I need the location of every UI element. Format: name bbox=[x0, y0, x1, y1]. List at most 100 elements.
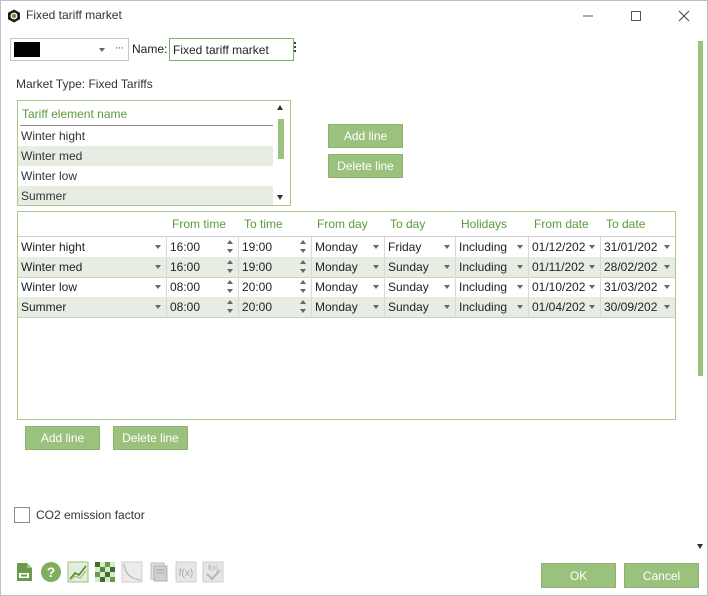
from-date-cell[interactable]: 01/10/202 bbox=[529, 277, 601, 297]
from-time-cell[interactable]: 08:00 bbox=[167, 297, 239, 317]
chevron-down-icon bbox=[155, 285, 161, 289]
maximize-button[interactable] bbox=[621, 6, 651, 26]
column-header[interactable]: To day bbox=[390, 217, 425, 231]
list-item[interactable]: Winter low bbox=[18, 166, 273, 186]
export-icon[interactable] bbox=[13, 561, 35, 583]
element-cell[interactable]: Winter low bbox=[18, 277, 167, 297]
chevron-down-icon bbox=[373, 285, 379, 289]
grid-pattern-icon[interactable] bbox=[94, 561, 116, 583]
holidays-cell[interactable]: Including bbox=[456, 297, 529, 317]
dialog-window: Fixed tariff market ··· Name: Market Typ… bbox=[0, 0, 708, 596]
spinner-icon[interactable] bbox=[300, 259, 306, 275]
dialog-scrollbar[interactable] bbox=[695, 31, 707, 555]
column-header[interactable]: From date bbox=[534, 217, 589, 231]
to-date-cell[interactable]: 28/02/202 bbox=[601, 257, 675, 277]
tariff-schedule-grid: From time To time From day To day Holida… bbox=[17, 211, 676, 420]
more-options-icon[interactable]: ··· bbox=[115, 42, 124, 54]
scroll-up-icon[interactable] bbox=[277, 105, 283, 110]
to-day-cell[interactable]: Sunday bbox=[385, 257, 456, 277]
schedule-delete-line-button[interactable]: Delete line bbox=[113, 426, 188, 450]
svg-text:f(x): f(x) bbox=[179, 568, 193, 579]
element-cell[interactable]: Winter med bbox=[18, 257, 167, 277]
tariff-add-line-button[interactable]: Add line bbox=[328, 124, 403, 148]
chart-icon[interactable] bbox=[67, 561, 89, 583]
row-divider bbox=[18, 317, 675, 318]
from-date-cell[interactable]: 01/12/202 bbox=[529, 237, 601, 257]
name-input[interactable] bbox=[169, 38, 294, 61]
tariff-delete-line-button[interactable]: Delete line bbox=[328, 154, 403, 178]
from-day-cell[interactable]: Monday bbox=[312, 277, 385, 297]
list-item[interactable]: Winter med bbox=[18, 146, 273, 166]
list-item[interactable]: Winter hight bbox=[18, 126, 273, 146]
from-time-cell[interactable]: 16:00 bbox=[167, 257, 239, 277]
column-header[interactable]: From day bbox=[317, 217, 368, 231]
spinner-icon[interactable] bbox=[227, 279, 233, 295]
to-date-cell[interactable]: 31/03/202 bbox=[601, 277, 675, 297]
minimize-button[interactable] bbox=[573, 6, 603, 26]
close-button[interactable] bbox=[669, 6, 699, 26]
document-icon[interactable] bbox=[148, 561, 170, 583]
spinner-icon[interactable] bbox=[300, 239, 306, 255]
curve-icon[interactable] bbox=[121, 561, 143, 583]
element-cell[interactable]: Winter hight bbox=[18, 237, 167, 257]
table-row[interactable]: Winter hight 16:00 19:00 Monday Friday I… bbox=[18, 237, 675, 257]
to-day-cell[interactable]: Sunday bbox=[385, 277, 456, 297]
column-header[interactable]: From time bbox=[172, 217, 226, 231]
scroll-thumb[interactable] bbox=[278, 119, 284, 159]
list-scrollbar[interactable] bbox=[274, 101, 290, 205]
holidays-cell[interactable]: Including bbox=[456, 277, 529, 297]
chevron-down-icon bbox=[155, 245, 161, 249]
app-logo-icon bbox=[8, 9, 20, 23]
spinner-icon[interactable] bbox=[227, 259, 233, 275]
ok-button[interactable]: OK bbox=[541, 563, 616, 588]
to-day-cell[interactable]: Sunday bbox=[385, 297, 456, 317]
holidays-cell[interactable]: Including bbox=[456, 237, 529, 257]
spinner-icon[interactable] bbox=[300, 279, 306, 295]
to-day-cell[interactable]: Friday bbox=[385, 237, 456, 257]
holidays-cell[interactable]: Including bbox=[456, 257, 529, 277]
function-icon[interactable]: f(x) bbox=[175, 561, 197, 583]
list-item[interactable]: Summer bbox=[18, 186, 273, 205]
to-date-cell[interactable]: 31/01/202 bbox=[601, 237, 675, 257]
chevron-down-icon bbox=[664, 265, 670, 269]
to-date-cell[interactable]: 30/09/202 bbox=[601, 297, 675, 317]
name-menu-icon[interactable] bbox=[294, 42, 297, 54]
from-day-cell[interactable]: Monday bbox=[312, 237, 385, 257]
to-time-cell[interactable]: 20:00 bbox=[239, 277, 312, 297]
table-row[interactable]: Winter med 16:00 19:00 Monday Sunday Inc… bbox=[18, 257, 675, 277]
element-cell[interactable]: Summer bbox=[18, 297, 167, 317]
column-header[interactable]: To date bbox=[606, 217, 645, 231]
scroll-down-icon[interactable] bbox=[697, 544, 703, 549]
spinner-icon[interactable] bbox=[227, 239, 233, 255]
table-row[interactable]: Winter low 08:00 20:00 Monday Sunday Inc… bbox=[18, 277, 675, 297]
scroll-thumb[interactable] bbox=[698, 41, 703, 376]
close-icon bbox=[678, 10, 690, 22]
market-type-label: Market Type: Fixed Tariffs bbox=[16, 77, 153, 91]
table-row[interactable]: Summer 08:00 20:00 Monday Sunday Includi… bbox=[18, 297, 675, 317]
from-day-cell[interactable]: Monday bbox=[312, 297, 385, 317]
spinner-icon[interactable] bbox=[227, 299, 233, 315]
function-check-icon[interactable]: f(x) bbox=[202, 561, 224, 583]
to-time-cell[interactable]: 20:00 bbox=[239, 297, 312, 317]
schedule-add-line-button[interactable]: Add line bbox=[25, 426, 100, 450]
to-time-cell[interactable]: 19:00 bbox=[239, 237, 312, 257]
from-date-cell[interactable]: 01/04/202 bbox=[529, 297, 601, 317]
scroll-down-icon[interactable] bbox=[277, 195, 283, 200]
chevron-down-icon bbox=[517, 265, 523, 269]
to-time-cell[interactable]: 19:00 bbox=[239, 257, 312, 277]
color-swatch bbox=[14, 42, 40, 57]
from-time-cell[interactable]: 08:00 bbox=[167, 277, 239, 297]
from-day-cell[interactable]: Monday bbox=[312, 257, 385, 277]
from-time-cell[interactable]: 16:00 bbox=[167, 237, 239, 257]
color-picker[interactable]: ··· bbox=[10, 38, 129, 61]
co2-emission-checkbox[interactable] bbox=[14, 507, 30, 523]
help-icon[interactable]: ? bbox=[40, 561, 62, 583]
from-date-cell[interactable]: 01/11/202 bbox=[529, 257, 601, 277]
chevron-down-icon bbox=[589, 305, 595, 309]
spinner-icon[interactable] bbox=[300, 299, 306, 315]
column-header[interactable]: Holidays bbox=[461, 217, 507, 231]
chevron-down-icon bbox=[155, 265, 161, 269]
cancel-button[interactable]: Cancel bbox=[624, 563, 699, 588]
tariff-element-list[interactable]: Tariff element name Winter hight Winter … bbox=[17, 100, 291, 206]
column-header[interactable]: To time bbox=[244, 217, 283, 231]
